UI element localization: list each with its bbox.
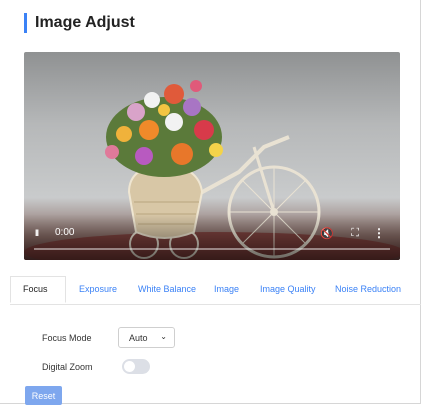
page-title: Image Adjust [35,14,135,31]
tab-image[interactable]: Image [214,284,239,294]
digital-zoom-label: Digital Zoom [42,362,93,372]
video-controls: II 0:00 🔇 ⛶ ⋮ [24,214,400,260]
mute-icon[interactable]: 🔇 [320,227,334,240]
title-accent-bar [24,13,27,33]
tab-exposure[interactable]: Exposure [79,284,117,294]
tab-image-quality[interactable]: Image Quality [260,284,316,294]
tab-noise-reduction[interactable]: Noise Reduction [335,284,401,294]
tab-bar: Focus Exposure White Balance Image Image… [10,276,421,305]
tab-white-balance[interactable]: White Balance [138,284,196,294]
digital-zoom-toggle[interactable] [122,359,150,374]
tab-focus[interactable]: Focus [23,284,48,294]
focus-mode-label: Focus Mode [42,333,92,343]
video-time: 0:00 [55,227,75,238]
chevron-down-icon: ⌄ [160,332,167,341]
more-options-icon[interactable]: ⋮ [373,226,385,240]
play-pause-icon[interactable]: II [35,228,39,238]
toggle-knob [124,361,135,372]
video-player[interactable]: II 0:00 🔇 ⛶ ⋮ [24,52,400,260]
fullscreen-icon[interactable]: ⛶ [351,227,359,240]
focus-mode-value: Auto [129,333,148,343]
video-progress-bar[interactable] [34,248,390,250]
reset-button[interactable]: Reset [25,386,62,405]
page-header: Image Adjust [24,12,135,34]
focus-mode-select[interactable]: Auto ⌄ [118,327,175,348]
